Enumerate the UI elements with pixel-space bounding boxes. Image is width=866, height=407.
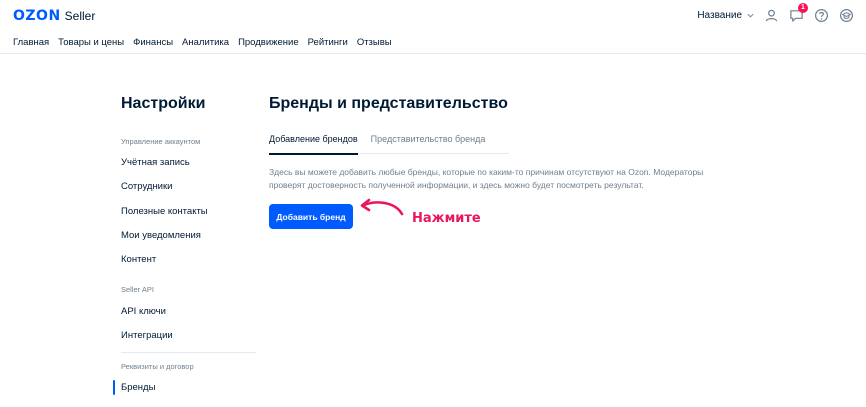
add-brand-button[interactable]: Добавить бренд xyxy=(269,204,353,229)
click-hint: Нажмите xyxy=(412,211,481,226)
logo-ozon-text: OZON xyxy=(13,8,61,24)
section-label-requisites: Реквизиты и договор xyxy=(121,362,194,371)
sidebar-item-account[interactable]: Учётная запись xyxy=(121,157,190,168)
top-header: OZON Seller Главная Товары и цены Финанс… xyxy=(0,0,866,54)
ozon-seller-logo[interactable]: OZON Seller xyxy=(13,8,95,24)
logo-seller-text: Seller xyxy=(64,9,96,23)
sidebar-item-content[interactable]: Контент xyxy=(121,254,156,265)
nav-item-ratings[interactable]: Рейтинги xyxy=(308,37,348,48)
tab-brand-representation[interactable]: Представительство бренда xyxy=(371,134,486,155)
page-description: Здесь вы можете добавить любые бренды, к… xyxy=(269,167,704,190)
nav-item-analytics[interactable]: Аналитика xyxy=(182,37,229,48)
sidebar-item-contacts[interactable]: Полезные контакты xyxy=(121,206,208,217)
nav-item-finance[interactable]: Финансы xyxy=(133,37,173,48)
nav-item-promotion[interactable]: Продвижение xyxy=(238,37,299,48)
chat-icon[interactable]: 1 xyxy=(789,3,808,23)
header-actions: Название 1 xyxy=(697,3,854,23)
nav-item-home[interactable]: Главная xyxy=(13,37,49,48)
chevron-down-icon xyxy=(747,13,754,18)
notification-badge: 1 xyxy=(798,3,808,13)
nav-item-reviews[interactable]: Отзывы xyxy=(357,37,392,48)
user-icon[interactable] xyxy=(764,8,779,23)
sidebar-item-brands[interactable]: Бренды xyxy=(121,382,155,393)
company-name: Название xyxy=(697,10,742,21)
page-title: Бренды и представительство xyxy=(269,95,508,112)
settings-title: Настройки xyxy=(121,95,206,112)
active-item-indicator xyxy=(113,380,115,395)
curved-arrow-icon xyxy=(360,198,404,216)
company-selector[interactable]: Название xyxy=(697,10,754,21)
section-label-api: Seller API xyxy=(121,285,154,294)
sidebar-item-api-keys[interactable]: API ключи xyxy=(121,306,166,317)
help-icon[interactable] xyxy=(814,8,829,23)
sidebar-divider xyxy=(121,352,256,353)
sidebar-item-notifications[interactable]: Мои уведомления xyxy=(121,230,201,241)
tabs: Добавление брендов Представительство бре… xyxy=(269,134,498,155)
main-nav: Главная Товары и цены Финансы Аналитика … xyxy=(13,37,401,48)
nav-item-products[interactable]: Товары и цены xyxy=(58,37,124,48)
sidebar-item-integrations[interactable]: Интеграции xyxy=(121,330,173,341)
tab-add-brands[interactable]: Добавление брендов xyxy=(269,134,358,155)
graduation-cap-icon[interactable] xyxy=(839,8,854,23)
sidebar-item-employees[interactable]: Сотрудники xyxy=(121,181,172,192)
section-label-account: Управление аккаунтом xyxy=(121,137,201,146)
